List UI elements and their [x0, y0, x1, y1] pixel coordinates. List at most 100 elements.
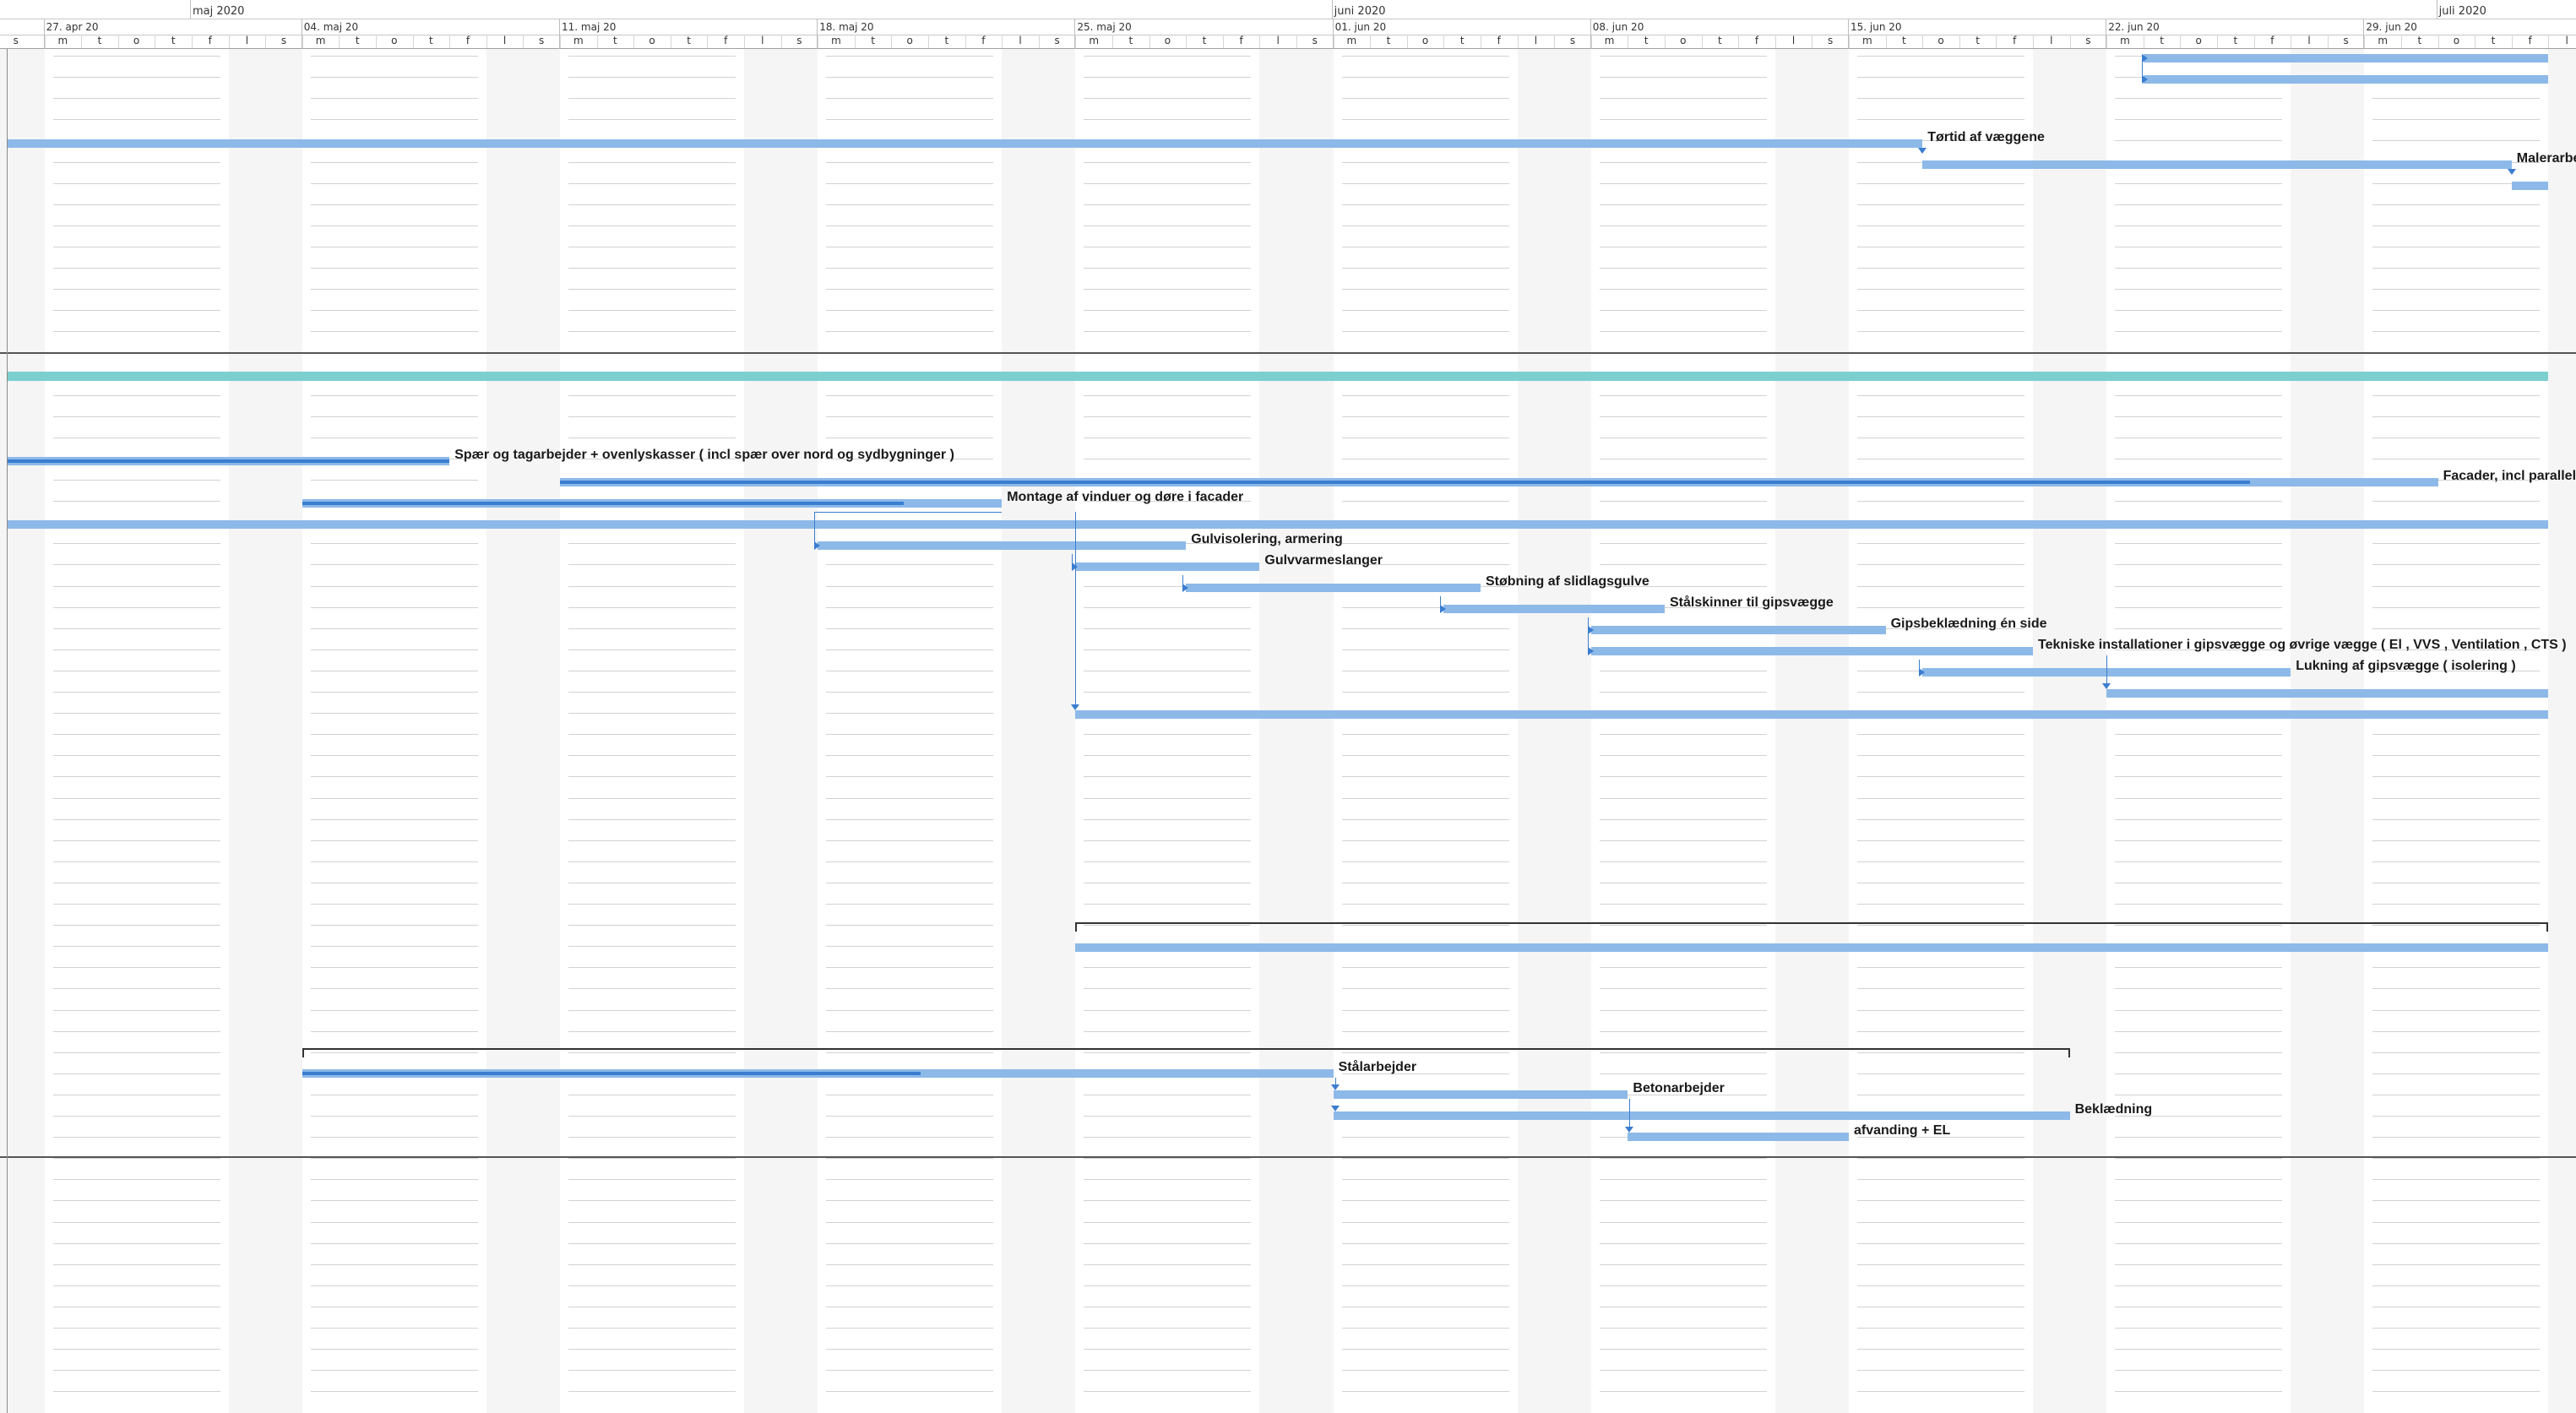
row-gridline: [1084, 1010, 1252, 1011]
row-gridline: [2115, 331, 2283, 332]
summary-cap: [1075, 922, 1078, 932]
dependency-line: [1075, 512, 1077, 706]
row-gridline: [2372, 1052, 2541, 1053]
row-gridline: [826, 1137, 994, 1138]
row-gridline: [826, 1285, 994, 1286]
day-letter: f: [1239, 35, 1243, 46]
row-gridline: [52, 416, 220, 417]
row-gridline: [1599, 437, 1767, 438]
row-gridline: [1857, 1349, 2024, 1350]
task-bar[interactable]: [818, 541, 1187, 550]
task-progress-bar: [302, 1072, 921, 1075]
task-bar[interactable]: [2143, 75, 2549, 84]
row-gridline: [1599, 119, 1767, 120]
task-bar[interactable]: [8, 139, 1923, 148]
row-gridline: [2115, 1031, 2283, 1032]
section-divider: [0, 352, 2576, 354]
task-bar[interactable]: [8, 520, 2549, 529]
row-gridline: [1084, 988, 1252, 989]
day-letter: t: [2233, 35, 2238, 46]
weekend-shade: [1517, 49, 1591, 1413]
row-gridline: [1341, 988, 1509, 989]
task-bar[interactable]: [1628, 1133, 1849, 1141]
row-gridline: [1084, 268, 1252, 269]
day-letter: m: [1604, 35, 1615, 46]
row-gridline: [2372, 755, 2541, 756]
summary-bar[interactable]: [302, 1048, 2070, 1050]
summary-cap: [302, 1048, 304, 1057]
day-tick: [2401, 35, 2402, 48]
row-gridline: [52, 1179, 220, 1180]
row-gridline: [568, 1285, 736, 1286]
row-gridline: [52, 1031, 220, 1032]
day-tick: [633, 35, 635, 48]
task-bar[interactable]: [1590, 626, 1886, 634]
task-bar[interactable]: [1075, 943, 2549, 952]
day-letter: m: [2378, 35, 2389, 46]
day-tick: [1849, 35, 1850, 48]
task-bar[interactable]: [1922, 160, 2512, 169]
day-letter: t: [2160, 35, 2164, 46]
row-gridline: [1857, 734, 2024, 735]
day-letter: o: [133, 35, 140, 46]
task-bar[interactable]: [1075, 710, 2549, 719]
dependency-arrow: [1440, 605, 1447, 613]
row-gridline: [1857, 289, 2024, 290]
task-label: Facader, incl paralleldele: [2443, 469, 2576, 483]
row-gridline: [1857, 543, 2024, 544]
row-gridline: [2115, 840, 2283, 841]
task-bar[interactable]: [1333, 1090, 1628, 1099]
row-gridline: [1084, 798, 1252, 799]
task-bar[interactable]: [2511, 182, 2549, 190]
milestone-bar[interactable]: [8, 372, 2549, 381]
row-gridline: [1084, 861, 1252, 862]
row-gridline: [2372, 1285, 2541, 1286]
month-divider: [1331, 0, 1333, 19]
row-gridline: [2372, 1264, 2541, 1265]
row-gridline: [568, 1328, 736, 1329]
task-bar[interactable]: [1075, 562, 1260, 571]
row-gridline: [1857, 1328, 2024, 1329]
row-gridline: [2115, 416, 2283, 417]
task-bar[interactable]: [1186, 584, 1481, 592]
row-gridline: [2115, 1222, 2283, 1223]
row-gridline: [568, 1370, 736, 1371]
day-tick: [2106, 35, 2108, 48]
dependency-arrow: [1587, 626, 1594, 634]
task-bar[interactable]: [2106, 689, 2549, 698]
row-gridline: [2115, 904, 2283, 905]
dependency-arrow: [1182, 584, 1189, 592]
day-letter: t: [1902, 35, 1906, 46]
row-gridline: [1084, 607, 1252, 608]
dependency-line: [814, 512, 1003, 513]
task-bar[interactable]: [2143, 54, 2549, 62]
row-gridline: [52, 988, 220, 989]
row-gridline: [52, 395, 220, 396]
row-gridline: [52, 1158, 220, 1159]
row-gridline: [310, 310, 478, 311]
summary-bar[interactable]: [1075, 922, 2549, 924]
row-gridline: [52, 692, 220, 693]
row-gridline: [568, 1158, 736, 1159]
row-gridline: [310, 437, 478, 438]
task-bar[interactable]: [1333, 1111, 2070, 1120]
day-tick: [2069, 35, 2071, 48]
dependency-arrow: [1918, 148, 1927, 154]
row-gridline: [1857, 501, 2024, 502]
row-gridline: [1857, 1370, 2024, 1371]
row-gridline: [826, 98, 994, 99]
row-gridline: [2115, 1285, 2283, 1286]
row-gridline: [1341, 1285, 1509, 1286]
row-gridline: [310, 119, 478, 120]
row-gridline: [2115, 98, 2283, 99]
row-gridline: [1341, 310, 1509, 311]
row-gridline: [1857, 437, 2024, 438]
task-bar[interactable]: [1443, 605, 1665, 613]
weekend-shade: [1002, 49, 1076, 1413]
task-bar[interactable]: [1590, 647, 2033, 655]
row-gridline: [1084, 1243, 1252, 1244]
row-gridline: [310, 416, 478, 417]
row-gridline: [1857, 755, 2024, 756]
row-gridline: [826, 988, 994, 989]
row-gridline: [2372, 798, 2541, 799]
